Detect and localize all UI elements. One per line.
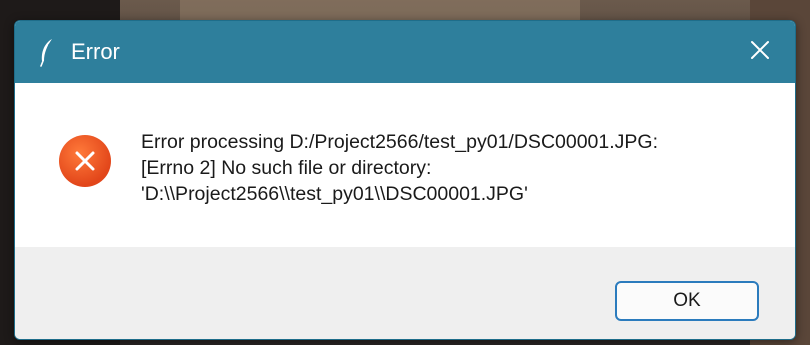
title-bar[interactable]: Error (15, 21, 795, 83)
error-dialog: Error Error processing D:/Project2566/te… (14, 20, 796, 340)
feather-icon (37, 37, 57, 67)
button-bar: OK (15, 247, 795, 339)
ok-button[interactable]: OK (615, 281, 759, 321)
dialog-content: Error processing D:/Project2566/test_py0… (15, 83, 795, 247)
close-icon (750, 40, 770, 65)
close-button[interactable] (725, 21, 795, 83)
message-line: [Errno 2] No such file or directory: (141, 157, 432, 179)
message-line: Error processing D:/Project2566/test_py0… (141, 131, 659, 153)
message-line: 'D:\\Project2566\\test_py01\\DSC00001.JP… (141, 183, 528, 205)
error-message: Error processing D:/Project2566/test_py0… (141, 129, 781, 207)
window-title: Error (71, 39, 120, 64)
error-x-circle-icon (59, 135, 111, 187)
